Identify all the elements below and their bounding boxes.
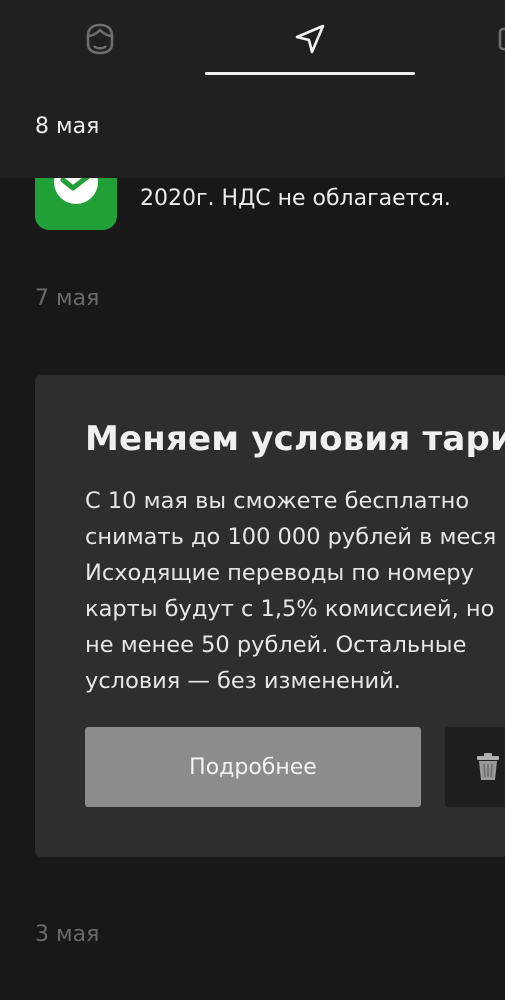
send-icon [295,24,325,54]
top-tab-bar [0,0,505,88]
tab-more[interactable] [470,0,505,78]
active-tab-indicator [205,72,415,75]
tab-profile[interactable] [50,0,150,78]
tab-send[interactable] [205,0,415,78]
tab-icon [498,27,505,51]
trash-icon [477,753,499,780]
card-body-line: снимать до 100 000 рублей в меся [85,524,497,550]
previous-message-text: 2020г. НДС не облагается. [140,186,451,211]
delete-button[interactable] [445,727,505,807]
more-details-button[interactable]: Подробнее [85,727,421,807]
card-body-line: карты будут с 1,5% комиссией, но [85,596,495,622]
sticky-date-header: 8 мая [0,88,505,178]
card-title: Меняем условия тариф [85,419,505,459]
card-body-line: условия — без изменений. [85,668,401,694]
sticky-date: 8 мая [35,114,100,139]
card-body-line: Исходящие переводы по номеру [85,560,474,586]
card-body-line: не менее 50 рублей. Остальные [85,632,467,658]
date-separator: 3 мая [35,922,100,947]
date-separator: 7 мая [35,286,100,311]
profile-icon [86,23,114,55]
card-body: С 10 мая вы сможете бесплатно снимать до… [85,483,496,699]
screen: 8 мая 2020г. НДС не облагается. 7 мая Ме… [0,0,505,1000]
notification-card: Меняем условия тариф С 10 мая вы сможете… [35,375,505,857]
card-body-line: С 10 мая вы сможете бесплатно [85,488,470,514]
